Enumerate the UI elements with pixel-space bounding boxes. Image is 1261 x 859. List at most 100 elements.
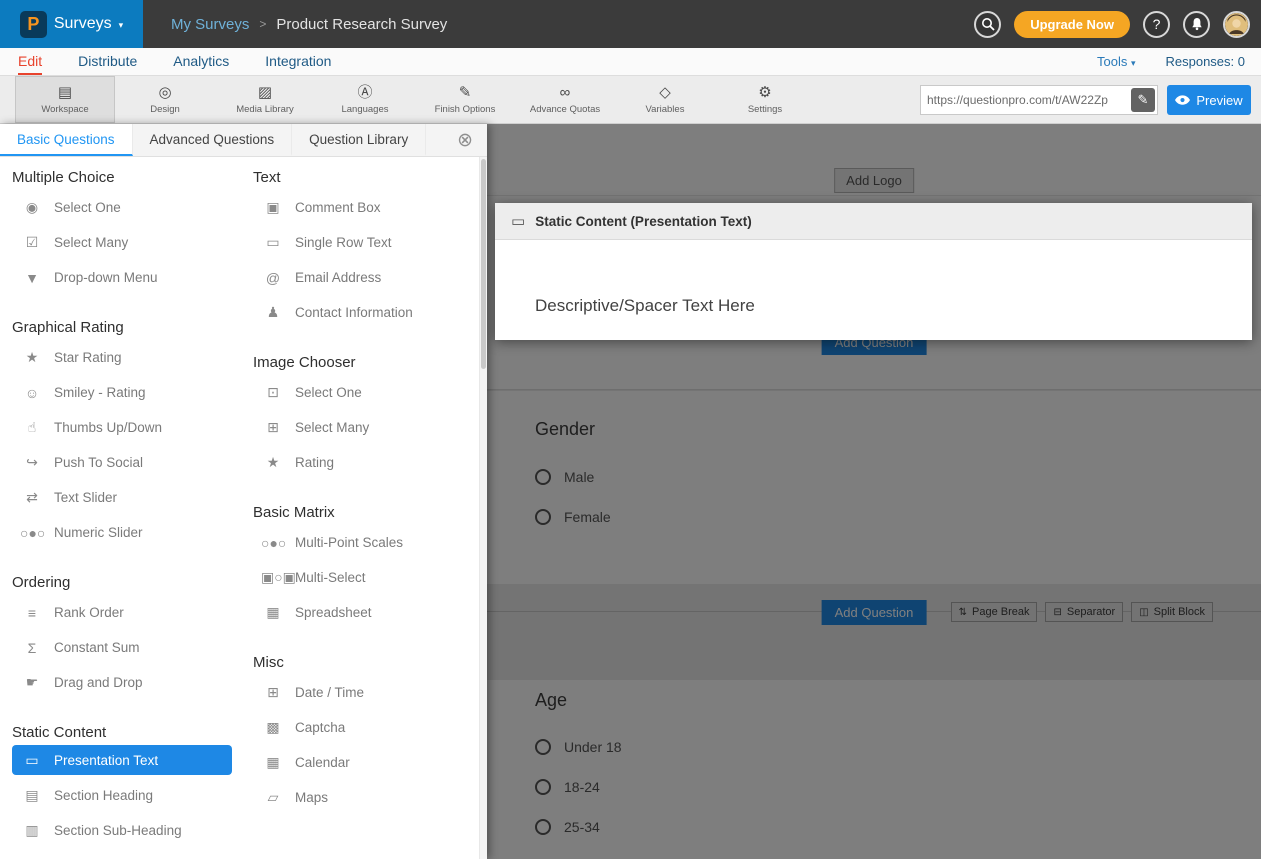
upgrade-button[interactable]: Upgrade Now xyxy=(1014,11,1130,38)
subheading-icon: ▥ xyxy=(20,822,44,839)
qt-captcha[interactable]: ▩ Captcha xyxy=(253,710,487,745)
nav-right: Tools ▾ Responses: 0 xyxy=(1097,48,1261,75)
captcha-icon: ▩ xyxy=(261,719,285,736)
group-image-chooser: Image Chooser ⊡ Select One ⊞ Select Many… xyxy=(253,354,487,480)
qt-select-many[interactable]: ☑ Select Many xyxy=(12,225,253,260)
date-time-icon: ⊞ xyxy=(261,684,285,701)
topbar-actions: Upgrade Now ? xyxy=(974,11,1261,38)
app: P Surveys ▾ My Surveys > Product Researc… xyxy=(0,0,1261,859)
qt-rank-order[interactable]: ≡ Rank Order xyxy=(12,595,253,630)
close-icon[interactable]: ⊗ xyxy=(457,131,473,150)
survey-url-input[interactable] xyxy=(921,86,1131,114)
preview-button[interactable]: Preview xyxy=(1167,85,1251,115)
survey-url-box: ✎ xyxy=(920,85,1158,115)
group-title: Basic Matrix xyxy=(253,504,487,521)
qt-constant-sum[interactable]: Σ Constant Sum xyxy=(12,630,253,665)
tab-analytics[interactable]: Analytics xyxy=(173,48,229,75)
breadcrumb-separator: > xyxy=(259,17,266,31)
tab-advanced-questions[interactable]: Advanced Questions xyxy=(133,124,293,156)
qt-contact-information[interactable]: ♟ Contact Information xyxy=(253,295,487,330)
qt-push-to-social[interactable]: ↪ Push To Social xyxy=(12,445,253,480)
toolbar-settings[interactable]: ⚙ Settings xyxy=(715,76,815,123)
qt-dropdown-menu[interactable]: ▼ Drop-down Menu xyxy=(12,260,253,295)
list-icon: ≡ xyxy=(20,605,44,621)
person-icon: ♟ xyxy=(261,304,285,321)
languages-icon: Ⓐ xyxy=(357,85,372,100)
notifications-button[interactable] xyxy=(1183,11,1210,38)
presentation-text-icon: ▭ xyxy=(20,752,44,769)
scale-icon: ○●○ xyxy=(261,535,285,551)
topbar: P Surveys ▾ My Surveys > Product Researc… xyxy=(0,0,1261,48)
tools-menu[interactable]: Tools ▾ xyxy=(1097,54,1136,69)
tab-question-library[interactable]: Question Library xyxy=(292,124,426,156)
question-mark-icon: ? xyxy=(1153,16,1161,32)
preview-label: Preview xyxy=(1196,93,1242,108)
qt-section-heading[interactable]: ▤ Section Heading xyxy=(12,778,253,813)
qt-presentation-text[interactable]: ▭ Presentation Text xyxy=(12,745,232,775)
toolbar-workspace[interactable]: ▤ Workspace xyxy=(15,76,115,123)
content: Basic Questions Advanced Questions Quest… xyxy=(0,124,1261,859)
card-body-text[interactable]: Descriptive/Spacer Text Here xyxy=(495,240,1252,316)
image-star-icon: ★ xyxy=(261,454,285,471)
card-title: Static Content (Presentation Text) xyxy=(535,214,752,229)
qt-drag-and-drop[interactable]: ☛ Drag and Drop xyxy=(12,665,253,700)
scrollbar-thumb[interactable] xyxy=(481,159,486,369)
qt-maps[interactable]: ▱ Maps xyxy=(253,780,487,815)
toolbar-advance-quotas[interactable]: ∞ Advance Quotas xyxy=(515,76,615,123)
toolbar-languages[interactable]: Ⓐ Languages xyxy=(315,76,415,123)
qt-text-slider[interactable]: ⇄ Text Slider xyxy=(12,480,253,515)
group-graphical-rating: Graphical Rating ★ Star Rating ☺ Smiley … xyxy=(12,319,253,550)
tools-label: Tools xyxy=(1097,54,1127,69)
qt-select-one[interactable]: ◉ Select One xyxy=(12,190,253,225)
design-icon: ◎ xyxy=(158,85,171,100)
help-button[interactable]: ? xyxy=(1143,11,1170,38)
qt-thumbs-up-down[interactable]: ☝ Thumbs Up/Down xyxy=(12,410,253,445)
tab-integration[interactable]: Integration xyxy=(265,48,331,75)
thumbs-up-icon: ☝ xyxy=(20,419,44,436)
qt-image-rating[interactable]: ★ Rating xyxy=(253,445,487,480)
panel-column-2: Text ▣ Comment Box ▭ Single Row Text @ E… xyxy=(253,157,487,859)
toolbar: ▤ Workspace ◎ Design ▨ Media Library Ⓐ L… xyxy=(0,76,1261,124)
toolbar-finish-options[interactable]: ✎ Finish Options xyxy=(415,76,515,123)
qt-comment-box[interactable]: ▣ Comment Box xyxy=(253,190,487,225)
responses-count[interactable]: Responses: 0 xyxy=(1166,54,1246,69)
qt-spreadsheet[interactable]: ▦ Spreadsheet xyxy=(253,595,487,630)
qt-smiley-rating[interactable]: ☺ Smiley - Rating xyxy=(12,375,253,410)
qt-single-row-text[interactable]: ▭ Single Row Text xyxy=(253,225,487,260)
toolbar-variables[interactable]: ◇ Variables xyxy=(615,76,715,123)
qt-section-sub-heading[interactable]: ▥ Section Sub-Heading xyxy=(12,813,253,848)
qt-multi-select[interactable]: ▣○▣ Multi-Select xyxy=(253,560,487,595)
toolbar-media-library[interactable]: ▨ Media Library xyxy=(215,76,315,123)
panel-scrollbar[interactable] xyxy=(479,157,487,859)
group-title: Ordering xyxy=(12,574,253,591)
group-title: Text xyxy=(253,169,487,186)
question-types-panel: Basic Questions Advanced Questions Quest… xyxy=(0,124,487,859)
panel-tabs: Basic Questions Advanced Questions Quest… xyxy=(0,124,487,157)
qt-image-select-one[interactable]: ⊡ Select One xyxy=(253,375,487,410)
slider-icon: ⇄ xyxy=(20,489,44,506)
qt-numeric-slider[interactable]: ○●○ Numeric Slider xyxy=(12,515,253,550)
avatar[interactable] xyxy=(1223,11,1250,38)
hand-pointer-icon: ☛ xyxy=(20,674,44,691)
tab-edit[interactable]: Edit xyxy=(18,48,42,75)
panel-body: Multiple Choice ◉ Select One ☑ Select Ma… xyxy=(0,157,487,859)
qt-calendar[interactable]: ▦ Calendar xyxy=(253,745,487,780)
qt-multi-point-scales[interactable]: ○●○ Multi-Point Scales xyxy=(253,525,487,560)
qt-date-time[interactable]: ⊞ Date / Time xyxy=(253,675,487,710)
search-button[interactable] xyxy=(974,11,1001,38)
tab-basic-questions[interactable]: Basic Questions xyxy=(0,124,133,156)
qt-image-select-many[interactable]: ⊞ Select Many xyxy=(253,410,487,445)
heading-icon: ▤ xyxy=(20,787,44,804)
breadcrumb-my-surveys[interactable]: My Surveys xyxy=(171,16,249,33)
edit-url-button[interactable]: ✎ xyxy=(1131,88,1155,112)
calendar-icon: ▦ xyxy=(261,754,285,771)
bell-icon xyxy=(1190,17,1204,31)
toolbar-design[interactable]: ◎ Design xyxy=(115,76,215,123)
search-icon xyxy=(981,17,995,31)
breadcrumb: My Surveys > Product Research Survey xyxy=(171,16,447,33)
product-switcher[interactable]: P Surveys ▾ xyxy=(0,0,143,48)
qt-email-address[interactable]: @ Email Address xyxy=(253,260,487,295)
static-content-card[interactable]: ▭ Static Content (Presentation Text) Des… xyxy=(495,203,1252,340)
tab-distribute[interactable]: Distribute xyxy=(78,48,137,75)
qt-star-rating[interactable]: ★ Star Rating xyxy=(12,340,253,375)
